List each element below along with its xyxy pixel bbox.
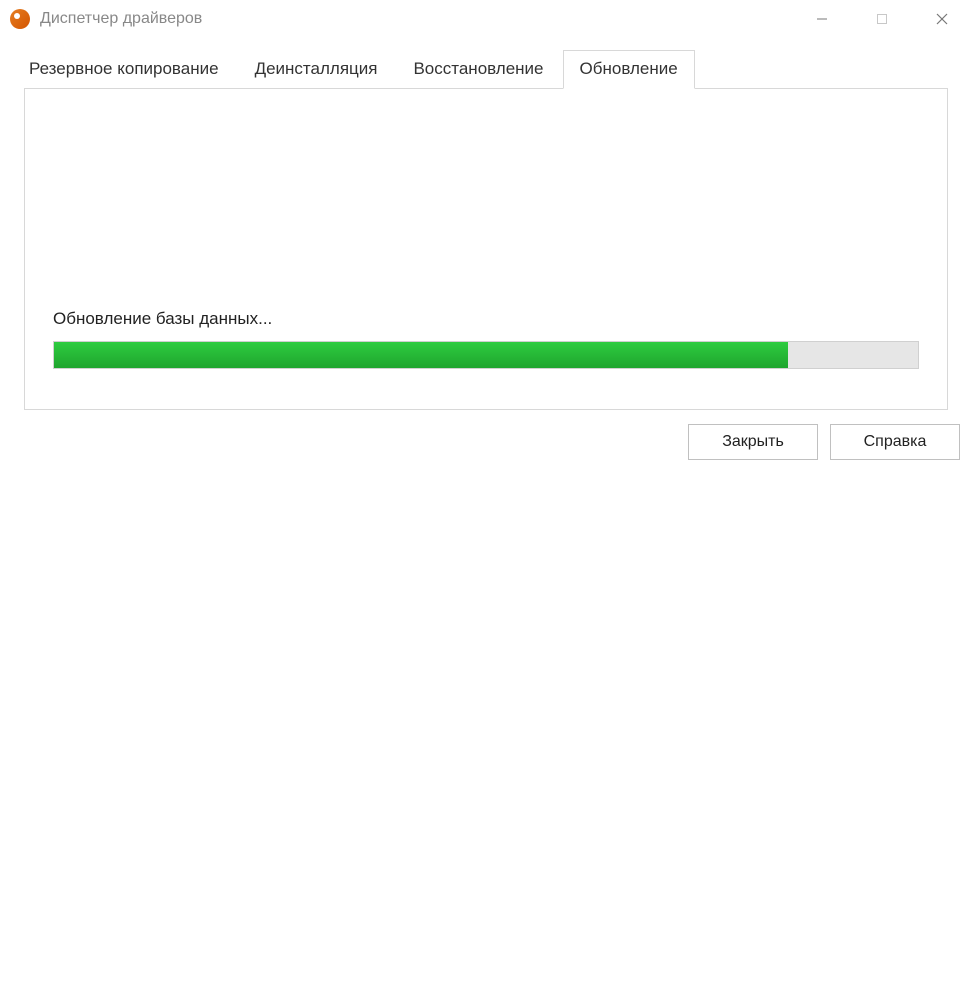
tab-label: Резервное копирование bbox=[29, 59, 219, 78]
progress-fill bbox=[54, 342, 788, 368]
tab-uninstall[interactable]: Деинсталляция bbox=[238, 50, 395, 88]
tab-restore[interactable]: Восстановление bbox=[396, 50, 560, 88]
minimize-button[interactable] bbox=[792, 0, 852, 38]
window-title: Диспетчер драйверов bbox=[40, 10, 792, 28]
tabs: Резервное копирование Деинсталляция Восс… bbox=[12, 50, 960, 88]
maximize-icon bbox=[876, 13, 888, 25]
status-section: Обновление базы данных... bbox=[53, 309, 919, 369]
progress-bar bbox=[53, 341, 919, 369]
tab-content: Обновление базы данных... bbox=[24, 88, 948, 410]
tab-label: Обновление bbox=[580, 59, 678, 78]
app-window: Диспетчер драйверов Резервное копировани… bbox=[0, 0, 972, 1000]
close-dialog-button[interactable]: Закрыть bbox=[688, 424, 818, 460]
maximize-button bbox=[852, 0, 912, 38]
help-button[interactable]: Справка bbox=[830, 424, 960, 460]
window-controls bbox=[792, 0, 972, 38]
tab-label: Восстановление bbox=[413, 59, 543, 78]
button-label: Справка bbox=[864, 433, 927, 451]
footer: Закрыть Справка bbox=[0, 410, 972, 472]
tab-label: Деинсталляция bbox=[255, 59, 378, 78]
status-text: Обновление базы данных... bbox=[53, 309, 919, 329]
close-button[interactable] bbox=[912, 0, 972, 38]
tab-update[interactable]: Обновление bbox=[563, 50, 695, 89]
minimize-icon bbox=[816, 13, 828, 25]
app-icon bbox=[10, 9, 30, 29]
tabs-container: Резервное копирование Деинсталляция Восс… bbox=[0, 38, 972, 410]
tab-backup[interactable]: Резервное копирование bbox=[12, 50, 236, 88]
titlebar: Диспетчер драйверов bbox=[0, 0, 972, 38]
button-label: Закрыть bbox=[722, 433, 784, 451]
close-icon bbox=[936, 13, 948, 25]
